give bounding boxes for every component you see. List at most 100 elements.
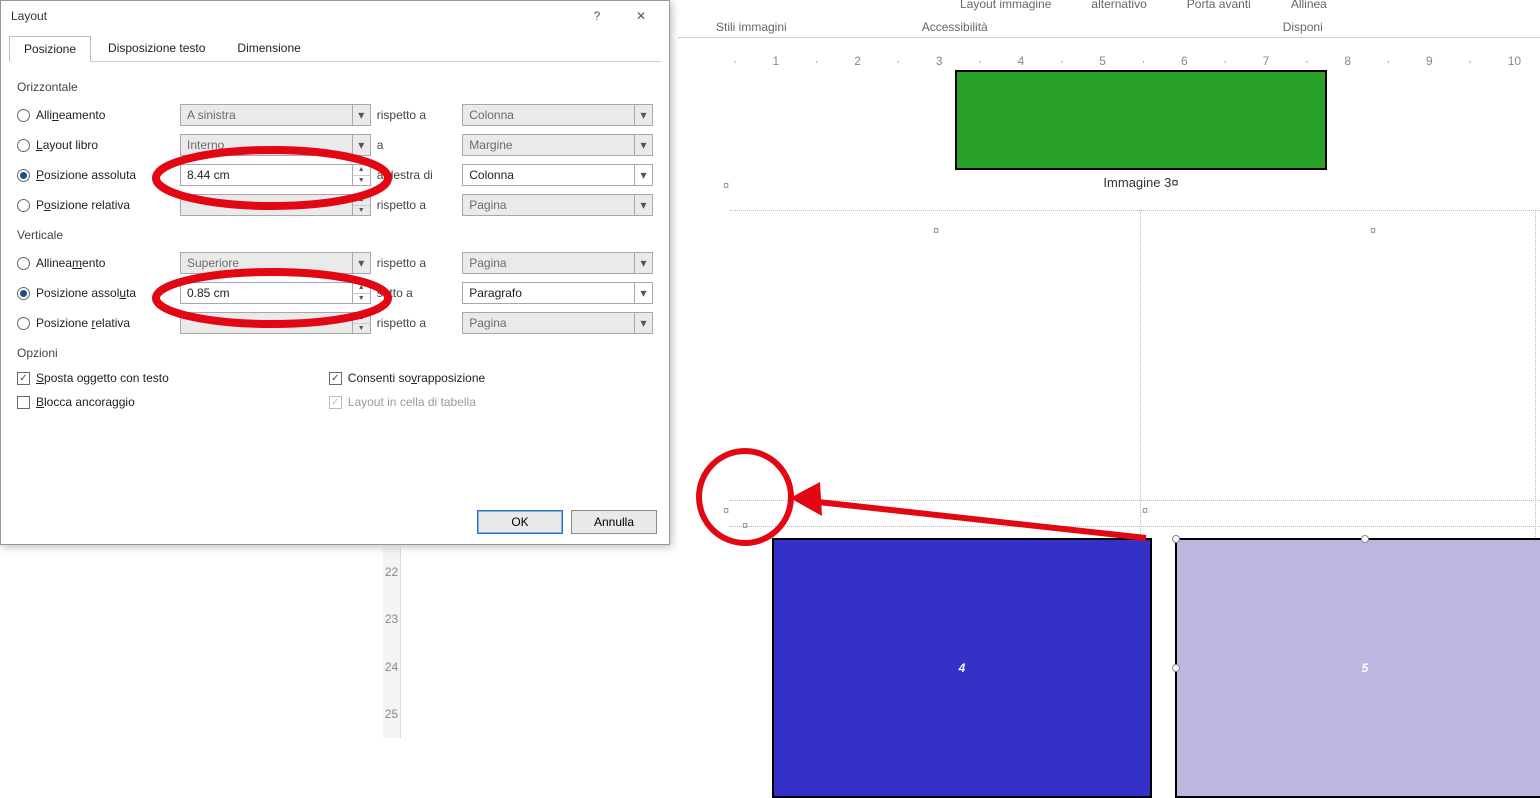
radio-v-allineamento-label: Allineamento bbox=[36, 256, 105, 270]
radio-h-allineamento[interactable] bbox=[17, 109, 30, 122]
check-blocca-ancoraggio-label: Blocca ancoraggio bbox=[36, 395, 135, 409]
ribbon-group-accessibilita: Accessibilità bbox=[922, 20, 988, 34]
spinner-v-pos-assoluta[interactable]: 0.85 cm▲▼ bbox=[180, 282, 371, 304]
close-button[interactable]: ✕ bbox=[619, 2, 663, 30]
ok-button[interactable]: OK bbox=[477, 510, 563, 534]
chevron-down-icon[interactable]: ▾ bbox=[352, 105, 370, 125]
radio-h-layout-libro[interactable] bbox=[17, 139, 30, 152]
spin-down-icon[interactable]: ▼ bbox=[353, 324, 370, 334]
combo-h-pos-relativa-ref[interactable]: Pagina▾ bbox=[462, 194, 653, 216]
spinner-v-pos-relativa[interactable]: ▲▼ bbox=[180, 312, 371, 334]
chevron-down-icon[interactable]: ▾ bbox=[352, 253, 370, 273]
selection-handle[interactable] bbox=[1172, 535, 1180, 543]
tab-disposizione-testo[interactable]: Disposizione testo bbox=[93, 35, 220, 61]
combo-h-allineamento-val[interactable]: A sinistra▾ bbox=[180, 104, 371, 126]
spin-down-icon[interactable]: ▼ bbox=[353, 176, 370, 186]
cell-mark: ¤ bbox=[933, 225, 939, 237]
help-button[interactable]: ? bbox=[575, 2, 619, 30]
combo-h-layout-libro-ref[interactable]: Margine▾ bbox=[462, 134, 653, 156]
image-3-green[interactable] bbox=[955, 70, 1327, 170]
ruler-tick: 1 bbox=[773, 54, 780, 68]
spinner-h-pos-assoluta[interactable]: 8.44 cm▲▼ bbox=[180, 164, 371, 186]
combo-v-allineamento-val[interactable]: Superiore▾ bbox=[180, 252, 371, 274]
annotation-arrow-head bbox=[790, 482, 822, 516]
radio-v-pos-assoluta[interactable] bbox=[17, 287, 30, 300]
label-v-rispetto-a: rispetto a bbox=[377, 256, 456, 270]
tab-posizione[interactable]: Posizione bbox=[9, 36, 91, 62]
chevron-down-icon[interactable]: ▾ bbox=[634, 283, 652, 303]
table-row-border bbox=[730, 500, 1540, 501]
cell-mark: ¤ bbox=[723, 180, 729, 192]
check-sposta-oggetto[interactable] bbox=[17, 372, 30, 385]
ribbon-group-stili: Stili immagini bbox=[716, 20, 787, 34]
ruler-vertical[interactable]: 22232425 bbox=[383, 548, 401, 738]
selection-handle[interactable] bbox=[1361, 535, 1369, 543]
check-blocca-ancoraggio[interactable] bbox=[17, 396, 30, 409]
check-sposta-oggetto-label: Sposta oggetto con testo bbox=[36, 371, 169, 385]
chevron-down-icon[interactable]: ▾ bbox=[634, 313, 652, 333]
image-5-lilac-selected[interactable]: 5 bbox=[1175, 538, 1540, 798]
radio-v-pos-relativa-label: Posizione relativa bbox=[36, 316, 130, 330]
ruler-tick: 7 bbox=[1263, 54, 1270, 68]
chevron-down-icon[interactable]: ▾ bbox=[634, 135, 652, 155]
combo-h-allineamento-ref[interactable]: Colonna▾ bbox=[462, 104, 653, 126]
label-v-sotto-a: sotto a bbox=[377, 286, 456, 300]
chevron-down-icon[interactable]: ▾ bbox=[634, 195, 652, 215]
ruler-tick: · bbox=[978, 54, 982, 68]
radio-v-allineamento[interactable] bbox=[17, 257, 30, 270]
table-col-border bbox=[1535, 210, 1536, 545]
check-consenti-sovrapposizione-label: Consenti sovrapposizione bbox=[348, 371, 485, 385]
combo-v-pos-relativa-ref[interactable]: Pagina▾ bbox=[462, 312, 653, 334]
radio-h-pos-relativa-label: Posizione relativa bbox=[36, 198, 130, 212]
radio-h-pos-assoluta[interactable] bbox=[17, 169, 30, 182]
cell-mark: ¤ bbox=[723, 505, 729, 517]
combo-h-pos-assoluta-ref[interactable]: Colonna▾ bbox=[462, 164, 653, 186]
radio-h-layout-libro-label: Layout libro bbox=[36, 138, 98, 152]
combo-v-pos-assoluta-ref[interactable]: Paragrafo▾ bbox=[462, 282, 653, 304]
ruler-tick: 22 bbox=[385, 565, 398, 579]
layout-dialog: Layout ? ✕ Posizione Disposizione testo … bbox=[0, 0, 670, 545]
spin-down-icon[interactable]: ▼ bbox=[353, 294, 370, 304]
chevron-down-icon[interactable]: ▾ bbox=[352, 135, 370, 155]
combo-h-layout-libro-val[interactable]: Interno▾ bbox=[180, 134, 371, 156]
image-4-blue[interactable]: 4 bbox=[772, 538, 1152, 798]
table-row-border bbox=[730, 526, 1540, 527]
spin-up-icon[interactable]: ▲ bbox=[353, 195, 370, 206]
label-h-a: a bbox=[377, 138, 456, 152]
chevron-down-icon[interactable]: ▾ bbox=[634, 105, 652, 125]
label-v-rispetto-a-2: rispetto a bbox=[377, 316, 456, 330]
radio-v-pos-assoluta-label: Posizione assoluta bbox=[36, 286, 136, 300]
image-4-number: 4 bbox=[959, 661, 966, 675]
tab-strip: Posizione Disposizione testo Dimensione bbox=[9, 35, 661, 62]
dialog-titlebar[interactable]: Layout ? ✕ bbox=[1, 1, 669, 31]
spinner-h-pos-relativa[interactable]: ▲▼ bbox=[180, 194, 371, 216]
ruler-horizontal[interactable]: ·1·2·3·4·5·6·7·8·9·10·11·12·13·14·15·16 bbox=[730, 52, 1540, 69]
ruler-tick: 9 bbox=[1426, 54, 1433, 68]
image-5-number: 5 bbox=[1362, 661, 1369, 675]
ruler-tick: 4 bbox=[1018, 54, 1025, 68]
tab-dimensione[interactable]: Dimensione bbox=[222, 35, 315, 61]
tab-body: Orizzontale Allineamento A sinistra▾ ris… bbox=[1, 62, 669, 424]
radio-h-pos-relativa[interactable] bbox=[17, 199, 30, 212]
ruler-tick: · bbox=[815, 54, 819, 68]
combo-v-allineamento-ref[interactable]: Pagina▾ bbox=[462, 252, 653, 274]
cancel-button[interactable]: Annulla bbox=[571, 510, 657, 534]
table-col-border bbox=[1140, 210, 1141, 545]
cell-mark: ¤ bbox=[1370, 225, 1376, 237]
ruler-tick: · bbox=[1223, 54, 1227, 68]
chevron-down-icon[interactable]: ▾ bbox=[634, 165, 652, 185]
group-orizzontale: Orizzontale bbox=[17, 80, 653, 94]
spin-up-icon[interactable]: ▲ bbox=[353, 313, 370, 324]
check-layout-in-cella bbox=[329, 396, 342, 409]
ruler-tick: 24 bbox=[385, 660, 398, 674]
radio-v-pos-relativa[interactable] bbox=[17, 317, 30, 330]
check-consenti-sovrapposizione[interactable] bbox=[329, 372, 342, 385]
spin-up-icon[interactable]: ▲ bbox=[353, 283, 370, 294]
spin-down-icon[interactable]: ▼ bbox=[353, 206, 370, 216]
chevron-down-icon[interactable]: ▾ bbox=[634, 253, 652, 273]
spin-up-icon[interactable]: ▲ bbox=[353, 165, 370, 176]
label-h-rispetto-a-2: rispetto a bbox=[377, 198, 456, 212]
group-opzioni: Opzioni bbox=[17, 346, 653, 360]
annotation-arrow-line bbox=[800, 500, 1146, 538]
selection-handle[interactable] bbox=[1172, 664, 1180, 672]
